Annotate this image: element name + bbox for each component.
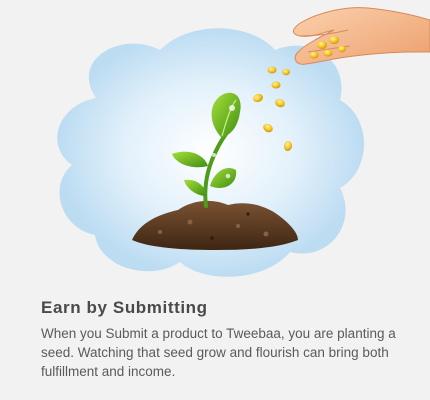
planting-illustration (0, 0, 430, 290)
feature-title: Earn by Submitting (41, 298, 208, 317)
feature-caption: Earn by Submitting When you Submit a pro… (41, 298, 421, 381)
feature-description: When you Submit a product to Tweebaa, yo… (41, 326, 396, 379)
earn-by-submitting-card: Earn by Submitting When you Submit a pro… (0, 0, 430, 400)
hand-icon (293, 7, 430, 65)
